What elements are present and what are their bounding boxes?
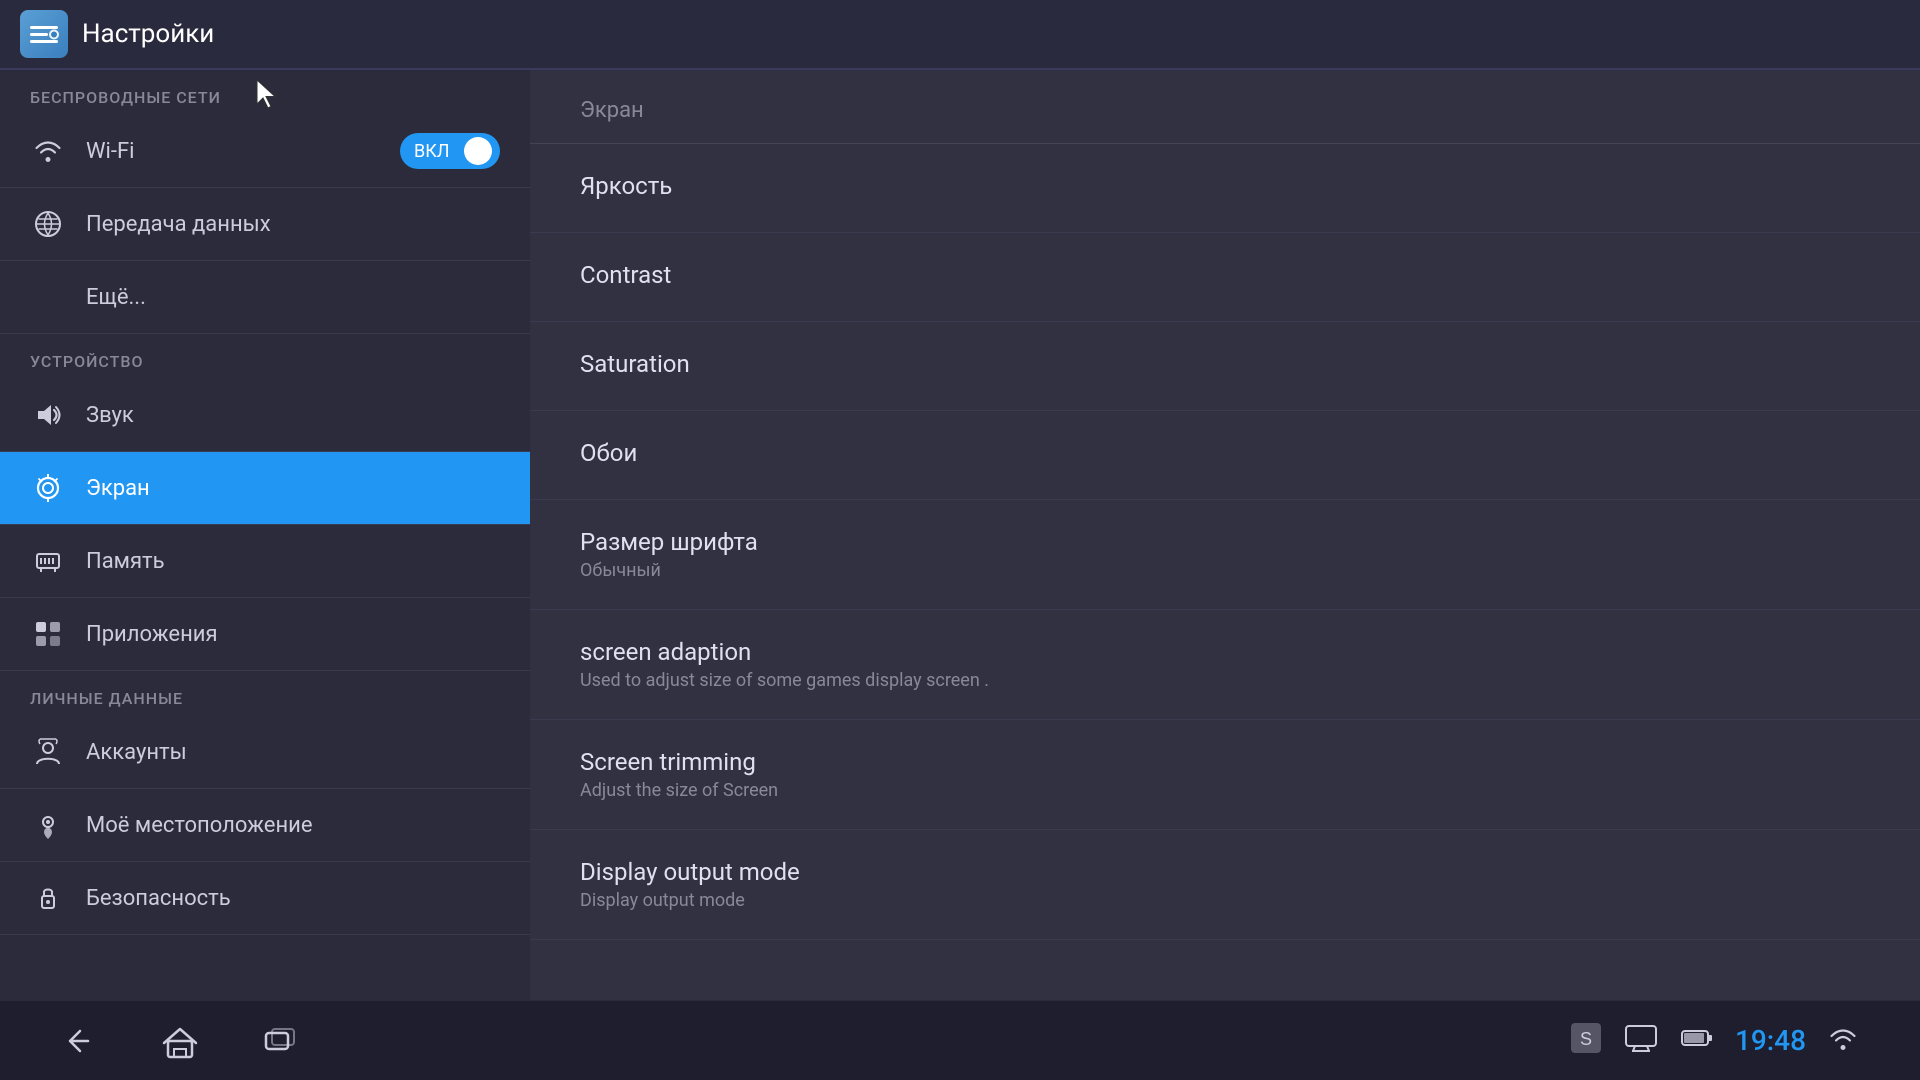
sidebar-item-data[interactable]: Передача данных <box>0 188 530 261</box>
contrast-title: Contrast <box>580 261 1870 289</box>
settings-item-brightness[interactable]: Яркость <box>530 144 1920 233</box>
more-icon <box>30 279 66 315</box>
wifi-status-icon <box>1826 1021 1860 1061</box>
screentrimming-title: Screen trimming <box>580 748 1870 776</box>
screentrimming-subtitle: Adjust the size of Screen <box>580 780 1870 801</box>
sidebar-item-memory[interactable]: Память <box>0 525 530 598</box>
saturation-title: Saturation <box>580 350 1870 378</box>
home-button[interactable] <box>160 1021 200 1061</box>
sidebar-section-wireless: БЕСПРОВОДНЫЕ СЕТИ <box>0 70 530 115</box>
sidebar-item-wifi[interactable]: Wi-Fi ВКЛ <box>0 115 530 188</box>
fontsize-subtitle: Обычный <box>580 560 1870 581</box>
panel-title: Экран <box>530 70 1920 144</box>
toggle-label-wifi: ВКЛ <box>414 141 450 162</box>
display-icon <box>1623 1020 1659 1062</box>
fontsize-title: Размер шрифта <box>580 528 1870 556</box>
sidebar: БЕСПРОВОДНЫЕ СЕТИ Wi-Fi ВКЛ <box>0 70 530 1000</box>
battery-icon <box>1679 1020 1715 1062</box>
app-title: Настройки <box>82 19 214 49</box>
bottom-bar: S 19:48 <box>0 1000 1920 1080</box>
back-button[interactable] <box>60 1021 100 1061</box>
screenadaption-subtitle: Used to adjust size of some games displa… <box>580 670 1870 691</box>
screen-icon <box>30 470 66 506</box>
displayoutput-title: Display output mode <box>580 858 1870 886</box>
bottom-status: S 19:48 <box>1569 1020 1860 1062</box>
data-label: Передача данных <box>86 212 500 237</box>
settings-item-wallpaper[interactable]: Обои <box>530 411 1920 500</box>
status-time: 19:48 <box>1735 1024 1806 1057</box>
sidebar-section-device: УСТРОЙСТВО <box>0 334 530 379</box>
memory-label: Память <box>86 549 500 574</box>
settings-item-fontsize[interactable]: Размер шрифта Обычный <box>530 500 1920 610</box>
security-icon <box>30 880 66 916</box>
wifi-toggle[interactable]: ВКЛ <box>400 133 500 169</box>
sidebar-section-personal: ЛИЧНЫЕ ДАННЫЕ <box>0 671 530 716</box>
sidebar-item-apps[interactable]: Приложения <box>0 598 530 671</box>
bottom-nav <box>60 1021 300 1061</box>
recents-button[interactable] <box>260 1021 300 1061</box>
toggle-switch-wifi[interactable]: ВКЛ <box>400 133 500 169</box>
sidebar-item-sound[interactable]: Звук <box>0 379 530 452</box>
accounts-icon <box>30 734 66 770</box>
brightness-title: Яркость <box>580 172 1870 200</box>
data-icon <box>30 206 66 242</box>
sidebar-item-more[interactable]: Ещё... <box>0 261 530 334</box>
apps-icon <box>30 616 66 652</box>
security-label: Безопасность <box>86 886 500 911</box>
sound-icon <box>30 397 66 433</box>
apps-label: Приложения <box>86 622 500 647</box>
settings-item-contrast[interactable]: Contrast <box>530 233 1920 322</box>
sidebar-item-screen[interactable]: Экран <box>0 452 530 525</box>
wallpaper-title: Обои <box>580 439 1870 467</box>
svg-text:S: S <box>1580 1029 1592 1049</box>
right-panel: Экран Яркость Contrast Saturation Обои Р… <box>530 70 1920 1000</box>
main-content: БЕСПРОВОДНЫЕ СЕТИ Wi-Fi ВКЛ <box>0 70 1920 1000</box>
sidebar-item-accounts[interactable]: Аккаунты <box>0 716 530 789</box>
settings-item-screentrimming[interactable]: Screen trimming Adjust the size of Scree… <box>530 720 1920 830</box>
s-icon: S <box>1569 1021 1603 1061</box>
app-icon <box>20 10 68 58</box>
displayoutput-subtitle: Display output mode <box>580 890 1870 911</box>
more-label: Ещё... <box>86 285 500 310</box>
toggle-knob-wifi <box>464 137 492 165</box>
sidebar-item-location[interactable]: Моё местоположение <box>0 789 530 862</box>
memory-icon <box>30 543 66 579</box>
wifi-label: Wi-Fi <box>86 139 400 164</box>
location-icon <box>30 807 66 843</box>
settings-item-displayoutput[interactable]: Display output mode Display output mode <box>530 830 1920 940</box>
wifi-icon <box>30 133 66 169</box>
screenadaption-title: screen adaption <box>580 638 1870 666</box>
accounts-label: Аккаунты <box>86 740 500 765</box>
screen-label: Экран <box>86 476 500 501</box>
settings-item-screenadaption[interactable]: screen adaption Used to adjust size of s… <box>530 610 1920 720</box>
sound-label: Звук <box>86 403 500 428</box>
location-label: Моё местоположение <box>86 813 500 838</box>
sidebar-item-security[interactable]: Безопасность <box>0 862 530 935</box>
settings-item-saturation[interactable]: Saturation <box>530 322 1920 411</box>
top-bar: Настройки <box>0 0 1920 70</box>
